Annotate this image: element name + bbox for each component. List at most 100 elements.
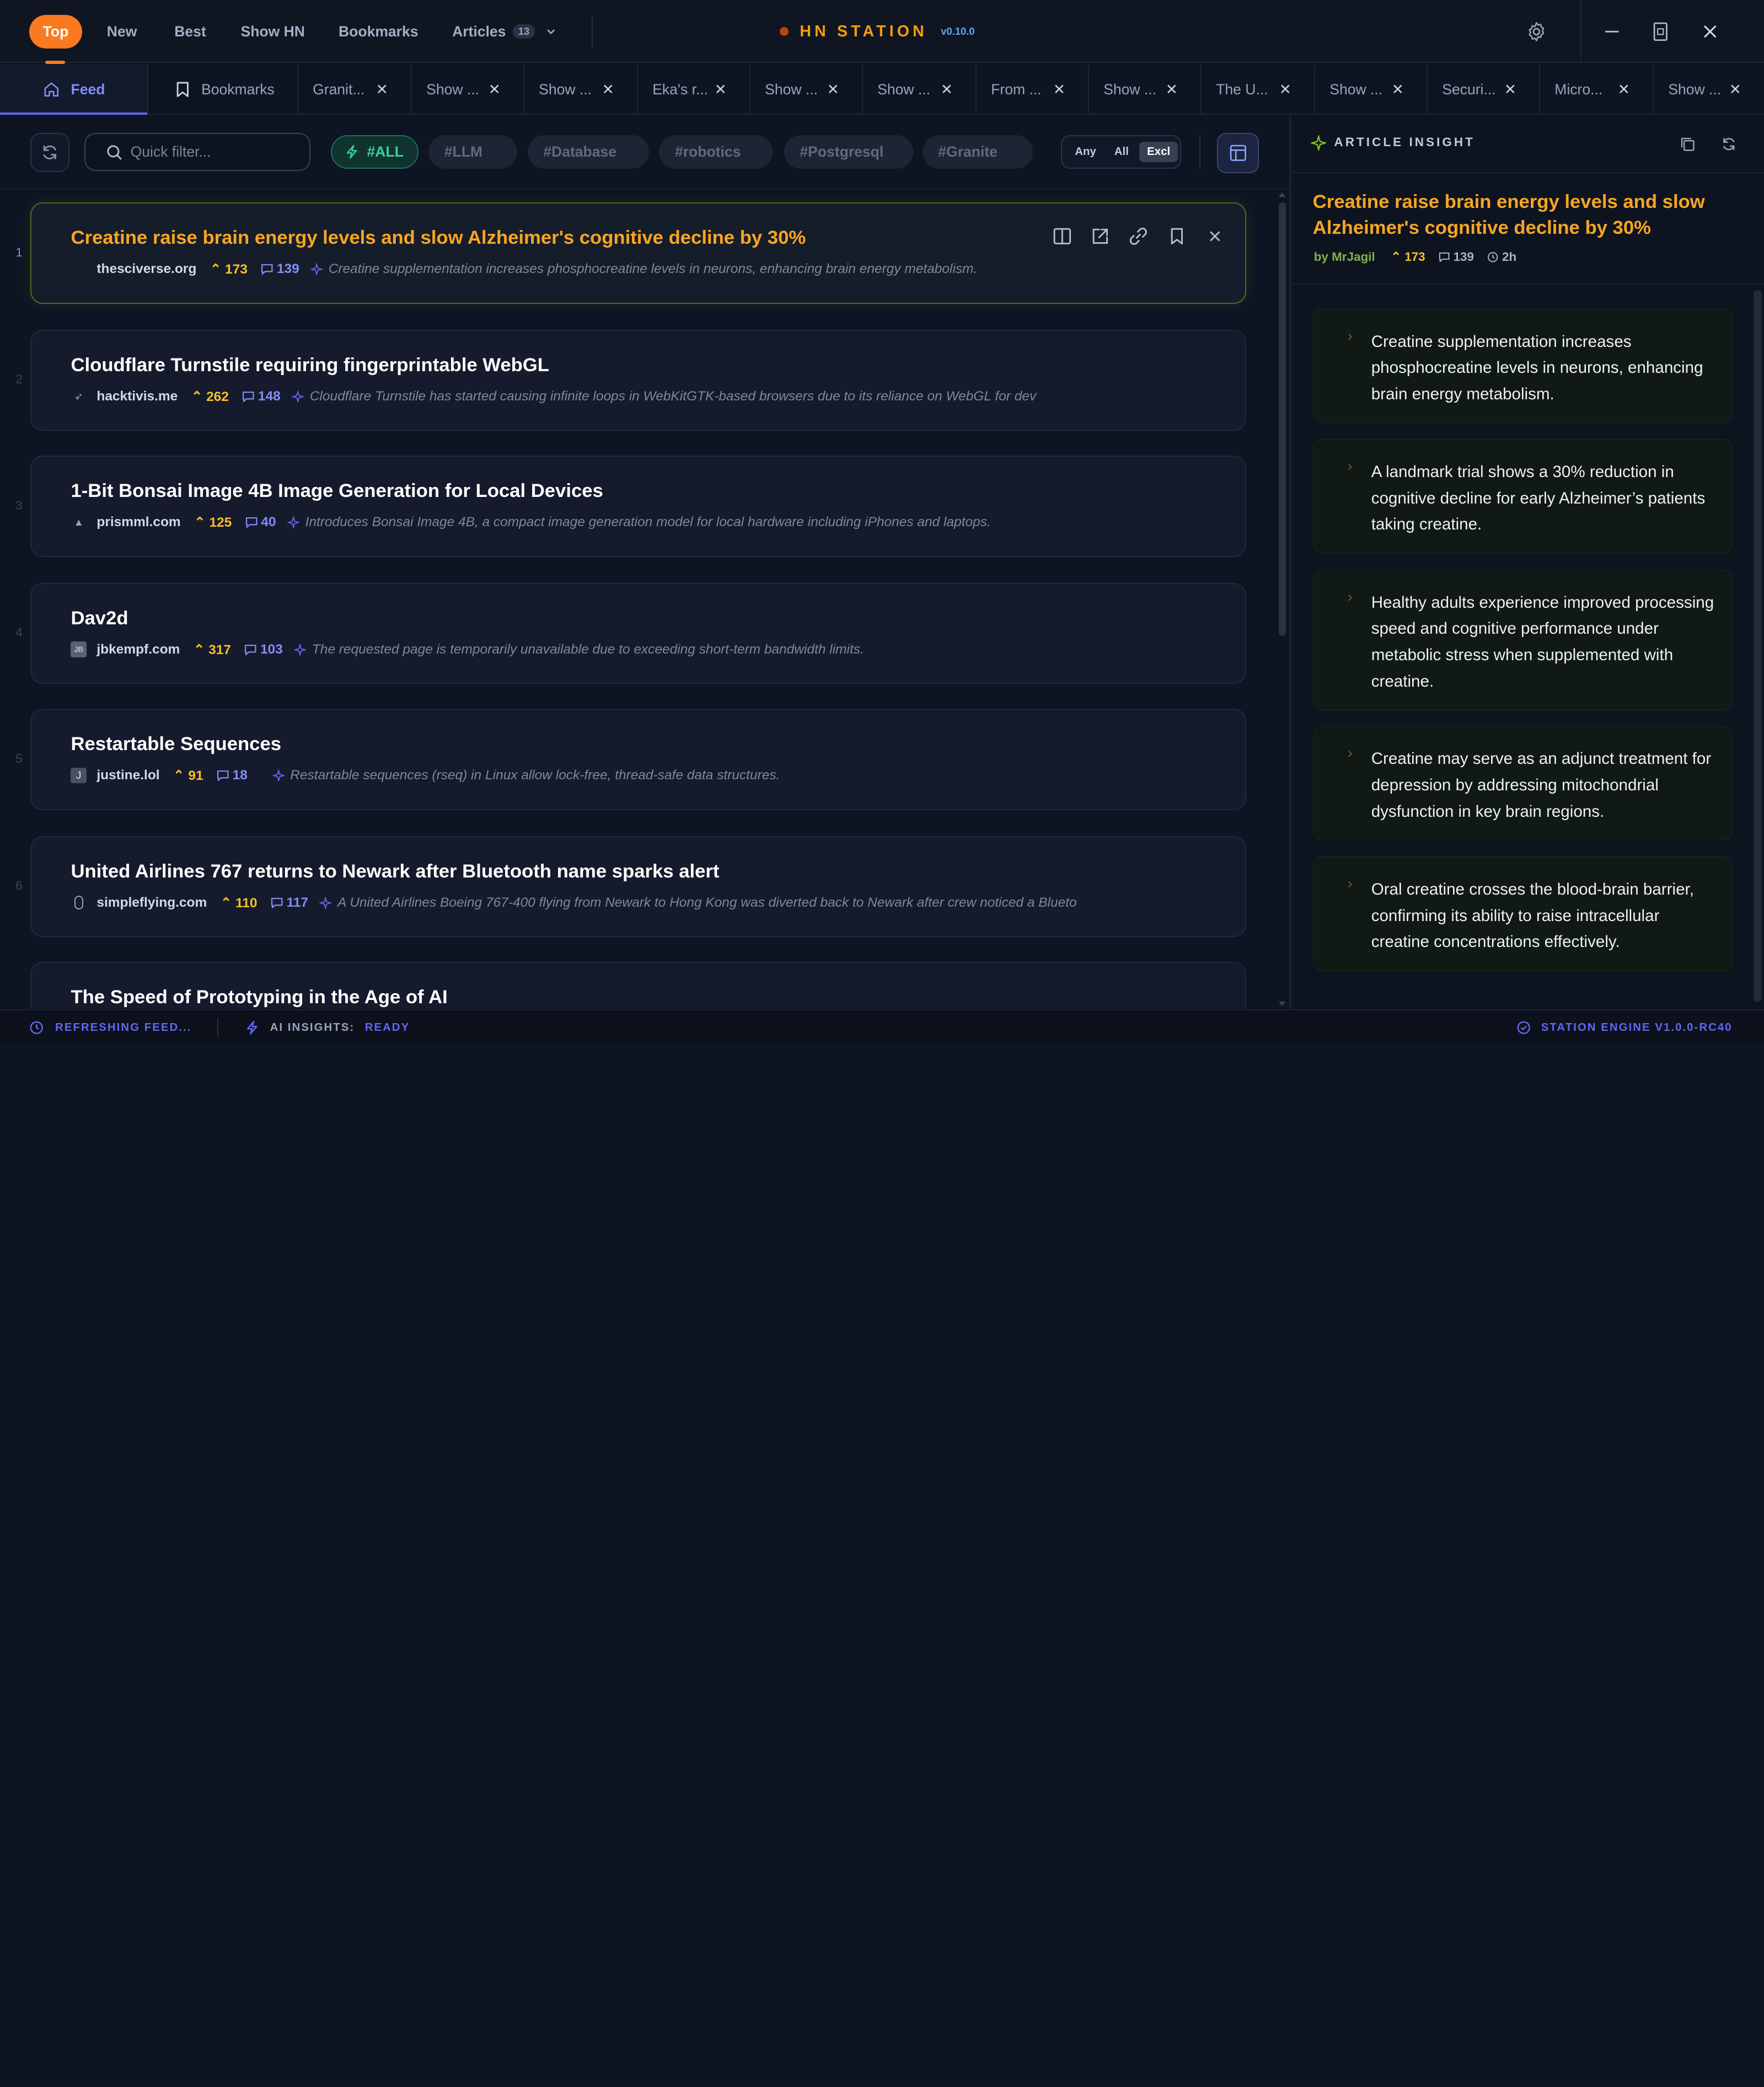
tab-close-icon[interactable]: ✕ bbox=[1166, 81, 1178, 98]
refresh-status-text: REFRESHING FEED... bbox=[55, 1021, 192, 1034]
article-card[interactable]: Creatine raise brain energy levels and s… bbox=[30, 202, 1247, 304]
tab-article[interactable]: Show ... ✕ bbox=[1315, 64, 1428, 115]
tab-article[interactable]: Show ... ✕ bbox=[1654, 64, 1764, 115]
tab-close-icon[interactable]: ✕ bbox=[1279, 81, 1291, 98]
close-window-button[interactable] bbox=[1698, 20, 1721, 43]
split-view-icon[interactable] bbox=[1052, 226, 1073, 247]
article-title[interactable]: Creatine raise brain energy levels and s… bbox=[71, 227, 806, 249]
insight-point[interactable]: › Healthy adults experience improved pro… bbox=[1312, 569, 1733, 711]
tag-chip-postgresql[interactable]: #Postgresql bbox=[784, 135, 914, 169]
tab-close-icon[interactable]: ✕ bbox=[602, 81, 614, 98]
tab-article[interactable]: Granit... ✕ bbox=[298, 64, 412, 115]
comments-link[interactable]: 18 bbox=[217, 768, 248, 783]
mode-any[interactable]: Any bbox=[1069, 142, 1102, 162]
mode-all[interactable]: All bbox=[1107, 142, 1136, 162]
tab-bookmarks[interactable]: Bookmarks bbox=[148, 64, 298, 115]
tab-close-icon[interactable]: ✕ bbox=[489, 81, 501, 98]
minimize-button[interactable] bbox=[1601, 20, 1623, 43]
comments-link[interactable]: 139 bbox=[261, 261, 299, 277]
tab-close-icon[interactable]: ✕ bbox=[1729, 81, 1741, 98]
article-title[interactable]: Dav2d bbox=[71, 608, 128, 629]
tab-article[interactable]: Eka's r... ✕ bbox=[638, 64, 750, 115]
article-card[interactable]: 1-Bit Bonsai Image 4B Image Generation f… bbox=[30, 456, 1247, 557]
article-domain[interactable]: prismml.com bbox=[96, 515, 180, 530]
article-card[interactable]: The Speed of Prototyping in the Age of A… bbox=[30, 962, 1247, 1008]
tab-article[interactable]: Show ... ✕ bbox=[750, 64, 863, 115]
mode-exclude[interactable]: Excl bbox=[1139, 141, 1178, 162]
tab-close-icon[interactable]: ✕ bbox=[941, 81, 953, 98]
close-icon[interactable] bbox=[1205, 226, 1225, 247]
article-domain[interactable]: simpleflying.com bbox=[96, 895, 207, 911]
tab-article[interactable]: Show ... ✕ bbox=[412, 64, 524, 115]
scroll-down-icon[interactable] bbox=[1279, 1000, 1286, 1007]
bookmark-icon[interactable] bbox=[1167, 226, 1187, 247]
article-card[interactable]: United Airlines 767 returns to Newark af… bbox=[30, 836, 1247, 938]
article-title[interactable]: 1-Bit Bonsai Image 4B Image Generation f… bbox=[71, 480, 603, 502]
tab-close-icon[interactable]: ✕ bbox=[827, 81, 839, 98]
tab-close-icon[interactable]: ✕ bbox=[1504, 81, 1516, 98]
tab-feed[interactable]: Feed bbox=[0, 64, 149, 115]
article-card[interactable]: Cloudflare Turnstile requiring fingerpri… bbox=[30, 329, 1247, 431]
article-card[interactable]: Dav2d JB jbkempf.com ⌃ 317 103 The reque… bbox=[30, 582, 1247, 684]
ai-status-value: READY bbox=[364, 1021, 410, 1034]
comments-link[interactable]: 117 bbox=[271, 895, 308, 911]
article-title[interactable]: Restartable Sequences bbox=[71, 734, 281, 755]
tab-close-icon[interactable]: ✕ bbox=[376, 81, 388, 98]
insight-point-text: Healthy adults experience improved proce… bbox=[1371, 593, 1714, 691]
tag-chip-granite[interactable]: #Granite bbox=[922, 135, 1033, 169]
tab-article[interactable]: Micro... ✕ bbox=[1540, 64, 1654, 115]
refresh-icon[interactable] bbox=[1721, 136, 1737, 152]
insight-point[interactable]: › Creatine supplementation increases pho… bbox=[1312, 308, 1733, 424]
comments-link[interactable]: 103 bbox=[244, 642, 283, 657]
article-domain[interactable]: jbkempf.com bbox=[96, 642, 180, 657]
refresh-button[interactable] bbox=[30, 132, 70, 173]
tag-chip-llm[interactable]: #LLM bbox=[428, 135, 518, 169]
tag-chip-robotics[interactable]: #robotics bbox=[659, 135, 773, 169]
tag-chip-database[interactable]: #Database bbox=[527, 135, 650, 169]
comments-link[interactable]: 40 bbox=[245, 515, 276, 530]
insight-comments[interactable]: 139 bbox=[1439, 250, 1474, 264]
insight-author[interactable]: by MrJagil bbox=[1314, 250, 1375, 264]
tab-article[interactable]: Securi... ✕ bbox=[1428, 64, 1540, 115]
tag-chip-all[interactable]: #ALL bbox=[330, 135, 419, 169]
tab-article[interactable]: Show ... ✕ bbox=[863, 64, 977, 115]
external-link-icon[interactable] bbox=[1090, 226, 1111, 247]
nav-best[interactable]: Best bbox=[174, 15, 206, 49]
feed-scrollbar-thumb[interactable] bbox=[1279, 202, 1286, 636]
scroll-up-icon[interactable] bbox=[1279, 191, 1286, 198]
tab-article[interactable]: Show ... ✕ bbox=[524, 64, 638, 115]
insight-article-title[interactable]: Creatine raise brain energy levels and s… bbox=[1313, 189, 1729, 241]
layout-toggle-button[interactable] bbox=[1217, 132, 1259, 174]
article-domain[interactable]: justine.lol bbox=[96, 768, 159, 783]
comment-icon bbox=[1439, 252, 1450, 263]
article-title[interactable]: United Airlines 767 returns to Newark af… bbox=[71, 861, 719, 882]
tab-article[interactable]: Show ... ✕ bbox=[1089, 64, 1202, 115]
article-title[interactable]: Cloudflare Turnstile requiring fingerpri… bbox=[71, 355, 549, 376]
insight-point[interactable]: › Oral creatine crosses the blood-brain … bbox=[1312, 856, 1733, 971]
tab-close-icon[interactable]: ✕ bbox=[715, 81, 727, 98]
tab-article[interactable]: From ... ✕ bbox=[977, 64, 1089, 115]
article-card[interactable]: Restartable Sequences J justine.lol ⌃ 91… bbox=[30, 709, 1247, 810]
comments-link[interactable]: 148 bbox=[242, 389, 281, 404]
insight-point[interactable]: › Creatine may serve as an adjunct treat… bbox=[1312, 725, 1733, 841]
article-domain[interactable]: thesciverse.org bbox=[96, 261, 196, 277]
nav-new[interactable]: New bbox=[107, 15, 137, 49]
settings-button[interactable] bbox=[1524, 19, 1549, 44]
link-icon[interactable] bbox=[1128, 226, 1149, 247]
maximize-button[interactable] bbox=[1649, 20, 1672, 43]
nav-articles-dropdown[interactable]: Articles 13 bbox=[452, 15, 556, 49]
tab-close-icon[interactable]: ✕ bbox=[1392, 81, 1404, 98]
tab-article[interactable]: The U... ✕ bbox=[1202, 64, 1315, 115]
nav-top[interactable]: Top bbox=[29, 14, 82, 49]
article-domain[interactable]: hacktivis.me bbox=[96, 389, 178, 404]
nav-show-hn[interactable]: Show HN bbox=[241, 15, 305, 49]
insight-scrollbar[interactable] bbox=[1754, 290, 1762, 1002]
quick-filter-input[interactable]: Quick filter... bbox=[84, 132, 311, 172]
insight-point[interactable]: › A landmark trial shows a 30% reduction… bbox=[1312, 438, 1733, 554]
tab-close-icon[interactable]: ✕ bbox=[1618, 81, 1630, 98]
tab-close-icon[interactable]: ✕ bbox=[1053, 81, 1065, 98]
article-title[interactable]: The Speed of Prototyping in the Age of A… bbox=[71, 987, 447, 1008]
copy-icon[interactable] bbox=[1680, 136, 1696, 152]
feed-scrollbar[interactable] bbox=[1279, 191, 1286, 1007]
nav-bookmarks[interactable]: Bookmarks bbox=[339, 15, 418, 49]
